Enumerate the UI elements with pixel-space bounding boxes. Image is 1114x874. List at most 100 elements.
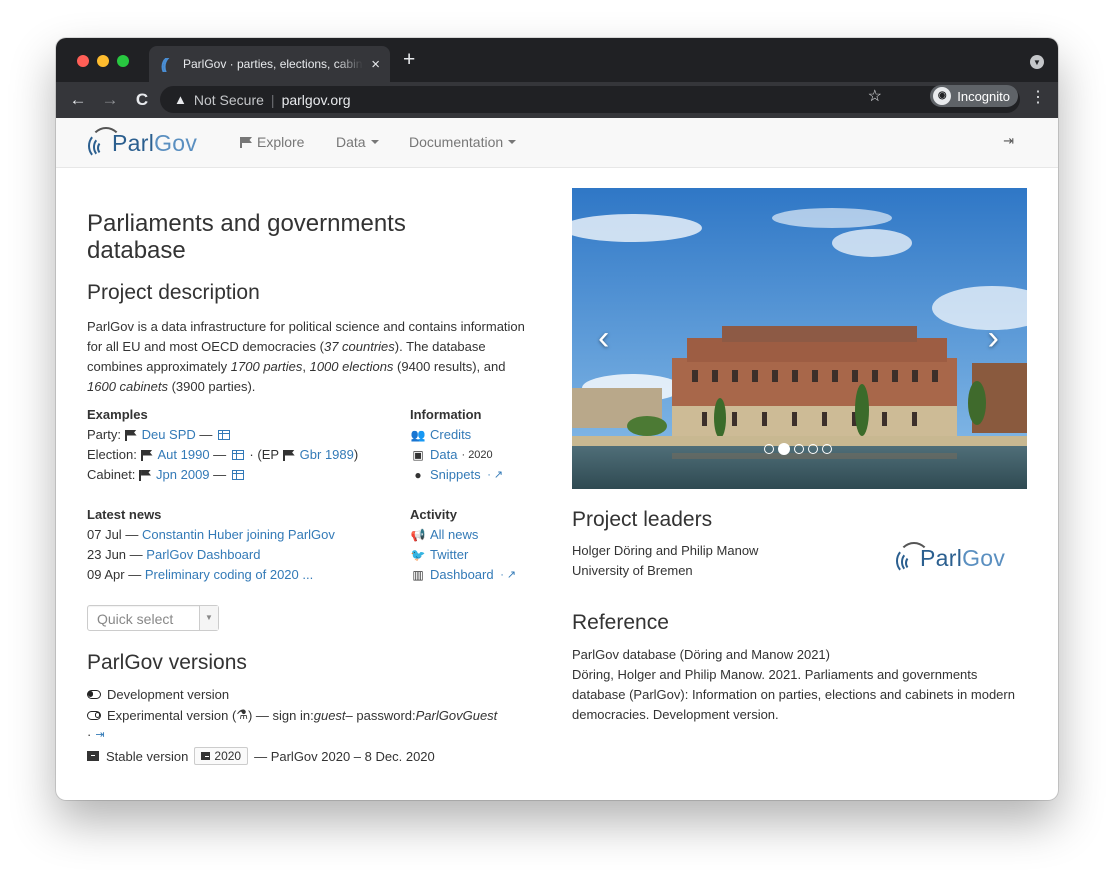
carousel-dot[interactable] [808,444,818,454]
stable-version-button[interactable]: 2020 [194,747,249,765]
nav-explore[interactable]: Explore [240,134,304,150]
flag-icon [140,449,152,461]
toggle-off-icon [87,710,101,720]
info-credits: 👥 Credits [410,427,472,442]
ep-election-link[interactable]: Gbr 1989 [300,447,354,462]
snippets-link[interactable]: Snippets [430,467,481,482]
parlgov-logo[interactable]: ParlGov [86,123,197,163]
separator-dot: · [487,468,491,481]
close-tab-icon[interactable]: × [371,56,380,73]
example-party: Party: Deu SPD — [87,427,232,442]
news-item: 07 Jul — Constantin Huber joining ParlGo… [87,527,335,542]
flag-icon [282,449,294,461]
activity-heading: Activity [410,507,457,522]
table-icon[interactable] [231,469,244,480]
news-item: 09 Apr — Preliminary coding of 2020 ... [87,567,314,582]
minimize-window-button[interactable] [97,55,109,67]
nav-documentation-label: Documentation [409,134,504,150]
quick-select-placeholder: Quick select [97,611,174,627]
twitter-link[interactable]: Twitter [430,547,468,562]
news-item: 23 Jun — ParlGov Dashboard [87,547,261,562]
new-tab-button[interactable]: + [403,49,415,71]
dropdown-arrow-icon[interactable]: ▼ [199,606,218,630]
nav-data-dropdown[interactable]: Data [336,134,379,150]
external-link-icon[interactable]: ↗ [507,568,516,581]
parlgov-logo-mark-icon [86,123,122,163]
news-link[interactable]: ParlGov Dashboard [146,547,260,562]
carousel-dot[interactable] [764,444,774,454]
project-leaders-heading: Project leaders [572,508,713,531]
examples-heading: Examples [87,407,148,422]
caret-down-icon [370,140,379,144]
latest-news-heading: Latest news [87,507,162,522]
address-bar[interactable]: ▲ Not Secure | parlgov.org [160,86,1020,113]
tab-bar: (( ParlGov · parties, elections, cabinet… [56,38,1058,82]
url-text[interactable]: parlgov.org [282,92,351,108]
security-status[interactable]: Not Secure [194,92,264,108]
version-experimental[interactable]: Experimental version (⚗) — sign in: gues… [87,707,497,723]
reload-icon[interactable]: C [130,90,154,110]
carousel-dot[interactable] [794,444,804,454]
browser-menu-icon[interactable]: ⋮ [1030,90,1046,106]
incognito-badge[interactable]: ◉ Incognito [930,85,1018,107]
reference-short: ParlGov database (Döring and Manow 2021) [572,647,830,662]
external-link-icon[interactable]: ↗ [494,468,503,481]
close-window-button[interactable] [77,55,89,67]
table-icon[interactable] [218,429,231,440]
tab-search-icon[interactable]: ▼ [1030,55,1044,69]
version-development[interactable]: Development version [87,687,229,702]
dashboard-link[interactable]: Dashboard [430,567,494,582]
nav-explore-label: Explore [257,134,305,150]
twitter-icon: 🐦 [410,547,426,562]
carousel-dot-active[interactable] [778,443,790,455]
carousel-next-icon[interactable]: › [988,321,999,355]
site-navbar: ParlGov Explore Data Documentation ⇥ [56,118,1058,168]
archive-icon [87,751,99,761]
info-data: ▣ Data · 2020 [410,447,493,462]
parlgov-favicon-icon: (( [161,55,168,73]
information-heading: Information [410,407,482,422]
forward-arrow-icon[interactable]: → [98,90,122,110]
sign-in-icon[interactable]: ⇥ [95,728,104,741]
info-snippets: ● Snippets · ↗ [410,467,503,482]
github-icon: ● [414,467,422,482]
credits-link[interactable]: Credits [430,427,471,442]
project-description: ParlGov is a data infrastructure for pol… [87,319,525,394]
all-news-link[interactable]: All news [430,527,478,542]
news-link[interactable]: Preliminary coding of 2020 ... [145,567,313,582]
toggle-on-icon [87,690,101,699]
party-link[interactable]: Deu SPD [142,427,196,442]
bookmark-star-icon[interactable]: ☆ [868,86,882,106]
flask-icon: ⚗ [236,707,248,722]
election-link[interactable]: Aut 1990 [158,447,210,462]
news-link[interactable]: Constantin Huber joining ParlGov [142,527,335,542]
version-stable: Stable version 2020— ParlGov 2020 – 8 Dec… [87,747,435,765]
excel-file-icon: ▣ [412,447,424,462]
nav-documentation-dropdown[interactable]: Documentation [409,134,517,150]
flag-icon [124,429,136,441]
back-arrow-icon[interactable]: ← [66,90,90,110]
carousel-prev-icon[interactable]: ‹ [598,321,609,355]
flag-icon [139,469,150,481]
quick-select-dropdown[interactable]: Quick select ▼ [87,605,219,631]
versions-heading: ParlGov versions [87,651,247,674]
incognito-label: Incognito [957,88,1010,104]
data-link[interactable]: Data [430,447,457,462]
zoom-window-button[interactable] [117,55,129,67]
parlgov-logo-secondary: ParlGov [894,538,1005,578]
carousel-dot[interactable] [822,444,832,454]
sign-in-icon[interactable]: ⇥ [1003,133,1014,149]
archive-icon [201,752,211,760]
reference-full: Döring, Holger and Philip Manow. 2021. P… [572,667,1015,722]
data-year: · 2020 [461,448,493,461]
table-icon[interactable] [231,449,244,460]
image-carousel[interactable]: ‹ › [572,188,1027,489]
cabinet-link[interactable]: Jpn 2009 [156,467,210,482]
example-cabinet: Cabinet: Jpn 2009 — [87,467,246,482]
caret-down-icon [508,140,517,144]
activity-all-news: 📢 All news [410,527,479,542]
incognito-icon: ◉ [933,87,952,105]
nav-data-label: Data [336,134,366,150]
browser-tab[interactable]: (( ParlGov · parties, elections, cabinet… [149,46,390,82]
logo-text: ParlGov [112,129,198,156]
